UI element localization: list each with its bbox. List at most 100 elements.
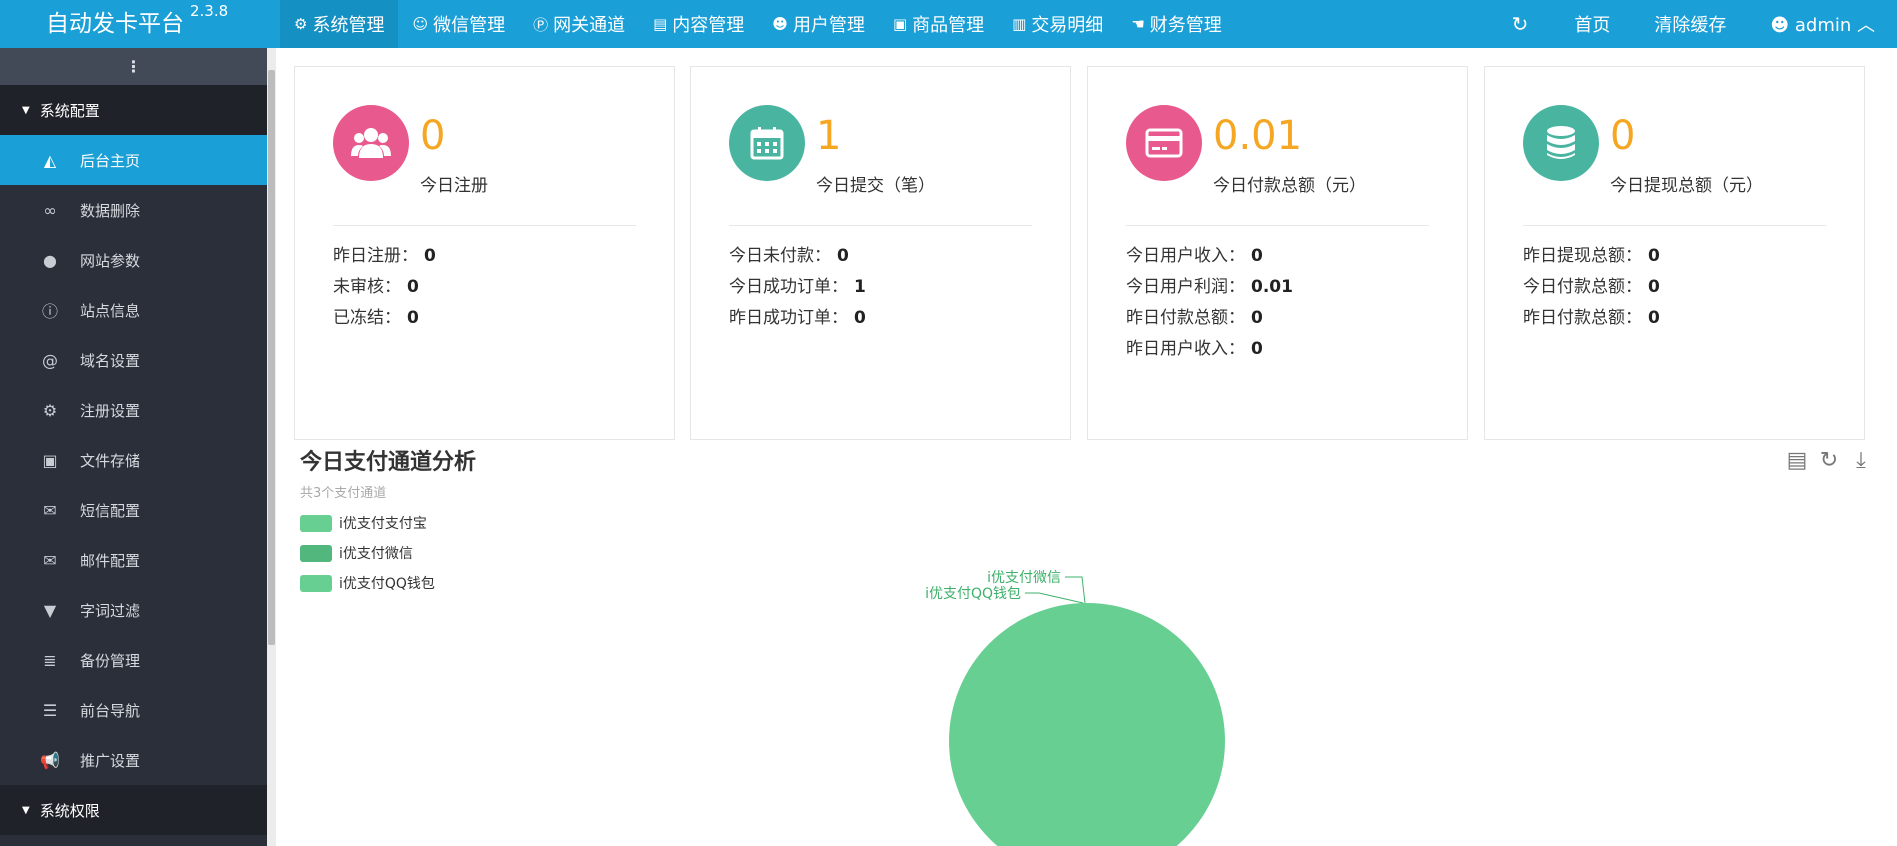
legend-item[interactable]: i优支付QQ钱包	[300, 568, 435, 598]
stat-card-submissions: 1 今日提交（笔） 今日未付款： 0 今日成功订单： 1 昨日成功订单： 0	[690, 66, 1071, 440]
sidebar-item-register[interactable]: ⚙ 注册设置	[0, 385, 267, 435]
home-link[interactable]: 首页	[1552, 11, 1632, 37]
stat-line: 昨日付款总额： 0	[1523, 308, 1660, 328]
apple-icon: ●	[43, 250, 57, 270]
sidebar-item-site-params[interactable]: ● 网站参数	[0, 235, 267, 285]
envelope-icon: ✉	[43, 550, 57, 570]
chevron-up-icon: ︿	[1857, 15, 1875, 36]
stat-line: 未审核： 0	[333, 277, 419, 297]
refresh-icon[interactable]: ↻	[1488, 12, 1553, 36]
topnav-users[interactable]: ☻ 用户管理	[758, 0, 879, 48]
pie-slice[interactable]	[949, 603, 1225, 846]
username: admin	[1794, 15, 1852, 36]
chart-subtitle: 共3个支付通道	[300, 486, 387, 501]
sidebar-item-label: 数据删除	[80, 201, 141, 220]
stat-line: 今日用户利润： 0.01	[1126, 277, 1293, 297]
pie-label: i优支付微信	[987, 570, 1061, 586]
stat-line: 已冻结： 0	[333, 308, 419, 328]
sidebar-item-label: 推广设置	[80, 751, 141, 770]
hand-icon: ☚	[1131, 15, 1145, 33]
envelope-icon: ✉	[43, 500, 57, 520]
clear-cache-link[interactable]: 清除缓存	[1632, 11, 1748, 37]
sidebar-item-file-storage[interactable]: ▣ 文件存储	[0, 435, 267, 485]
sidebar-item-dashboard[interactable]: ◭ 后台主页	[0, 135, 267, 185]
stat-card-withdrawals: 0 今日提现总额（元） 昨日提现总额： 0 今日付款总额： 0 昨日付款总额： 0	[1484, 66, 1865, 440]
user-menu[interactable]: ☻ admin ︿	[1748, 11, 1897, 37]
sidebar-item-word-filter[interactable]: ▼ 字词过滤	[0, 585, 267, 635]
bullhorn-icon: 📢	[40, 750, 60, 770]
sidebar-item-label: 备份管理	[80, 651, 141, 670]
brand[interactable]: 自动发卡平台 2.3.8	[46, 2, 228, 38]
label-leader-line	[1025, 592, 1084, 604]
stat-line: 今日成功订单： 1	[729, 277, 866, 297]
stat-caption: 今日注册	[420, 176, 488, 196]
file-icon: ▤	[653, 15, 668, 33]
stat-card-registrations: 0 今日注册 昨日注册： 0 未审核： 0 已冻结： 0	[294, 66, 675, 440]
chart-legend: i优支付支付宝 i优支付微信 i优支付QQ钱包	[300, 508, 435, 598]
sidebar-item-promotion[interactable]: 📢 推广设置	[0, 735, 267, 785]
pie-chart: i优支付微信i优支付QQ钱包	[925, 570, 1225, 846]
sidebar-item-label: 网站参数	[80, 251, 141, 270]
stat-line: 今日用户收入： 0	[1126, 246, 1263, 266]
caret-down-icon: ▼	[22, 104, 30, 116]
sidebar-group-system-permissions[interactable]: ▼ 系统权限	[0, 785, 267, 835]
sidebar-toggle[interactable]: ⋮	[0, 48, 267, 85]
bars-icon: ☰	[42, 700, 58, 720]
sidebar-item-label: 短信配置	[80, 501, 141, 520]
stat-value: 1	[816, 113, 842, 159]
top-menu: ⚙ 系统管理 ☺ 微信管理 Ⓟ 网关通道 ▤ 内容管理 ☻ 用户管理 ▣ 商品管理 ▥ 交易明…	[280, 0, 1236, 48]
sidebar-item-label: 站点信息	[80, 301, 141, 320]
topnav-label: 微信管理	[433, 15, 506, 36]
chart-toolbox: ▤ ↻ ⤓	[1781, 448, 1877, 473]
paypal-icon: Ⓟ	[533, 15, 549, 34]
info-icon: ⓘ	[41, 302, 58, 321]
sidebar-item-label: 文件存储	[80, 451, 141, 470]
topnav-label: 交易明细	[1031, 15, 1104, 36]
topnav-label: 系统管理	[312, 15, 385, 36]
topnav-gateway[interactable]: Ⓟ 网关通道	[519, 0, 639, 48]
sidebar-item-sms[interactable]: ✉ 短信配置	[0, 485, 267, 535]
legend-swatch	[300, 544, 332, 562]
topnav-system[interactable]: ⚙ 系统管理	[280, 0, 399, 48]
topnav-finance[interactable]: ☚ 财务管理	[1117, 0, 1235, 48]
gear-icon: ⚙	[294, 15, 308, 33]
sidebar-item-label: 邮件配置	[80, 551, 141, 570]
calendar-icon	[729, 105, 805, 181]
stat-line: 今日未付款： 0	[729, 246, 849, 266]
scrollbar-thumb[interactable]	[268, 70, 275, 645]
topnav-transactions[interactable]: ▥ 交易明细	[998, 0, 1117, 48]
stat-value: 0	[420, 113, 446, 159]
sidebar-item-site-info[interactable]: ⓘ 站点信息	[0, 285, 267, 335]
pie-label: i优支付QQ钱包	[925, 586, 1021, 602]
restore-icon[interactable]: ↻	[1813, 448, 1845, 473]
sidebar-group-system-config[interactable]: ▼ 系统配置	[0, 85, 267, 135]
stat-caption: 今日提现总额（元）	[1610, 176, 1763, 196]
topnav-content[interactable]: ▤ 内容管理	[639, 0, 758, 48]
sidebar-item-backup[interactable]: ≣ 备份管理	[0, 635, 267, 685]
divider	[1126, 225, 1429, 226]
sidebar-group-label: 系统权限	[39, 801, 100, 820]
at-icon: @	[42, 350, 58, 370]
stat-value: 0.01	[1213, 113, 1303, 159]
stat-line: 昨日用户收入： 0	[1126, 339, 1263, 359]
legend-item[interactable]: i优支付支付宝	[300, 508, 435, 538]
caret-down-icon: ▼	[22, 804, 30, 816]
credit-card-icon	[1126, 105, 1202, 181]
sidebar-item-label: 前台导航	[80, 701, 141, 720]
sidebar: ⋮ ▼ 系统配置 ◭ 后台主页 ∞ 数据删除 ● 网站参数 ⓘ 站点信息 @ 域名设置 ⚙ 注…	[0, 48, 267, 846]
right-menu: ↻ 首页 清除缓存 ☻ admin ︿	[1488, 0, 1897, 48]
download-icon[interactable]: ⤓	[1845, 448, 1877, 473]
top-navbar: 自动发卡平台 2.3.8 ⚙ 系统管理 ☺ 微信管理 Ⓟ 网关通道 ▤ 内容管理 ☻ 用户管…	[0, 0, 1897, 48]
app-title: 自动发卡平台	[46, 11, 184, 37]
sidebar-item-email[interactable]: ✉ 邮件配置	[0, 535, 267, 585]
sidebar-item-domain[interactable]: @ 域名设置	[0, 335, 267, 385]
topnav-wechat[interactable]: ☺ 微信管理	[398, 0, 519, 48]
sidebar-item-data-delete[interactable]: ∞ 数据删除	[0, 185, 267, 235]
legend-swatch	[300, 514, 332, 532]
area-chart-icon: ◭	[43, 150, 57, 170]
sidebar-item-front-nav[interactable]: ☰ 前台导航	[0, 685, 267, 735]
legend-item[interactable]: i优支付微信	[300, 538, 435, 568]
topnav-goods[interactable]: ▣ 商品管理	[879, 0, 998, 48]
data-view-icon[interactable]: ▤	[1781, 448, 1813, 473]
gear-icon: ⚙	[42, 400, 58, 420]
